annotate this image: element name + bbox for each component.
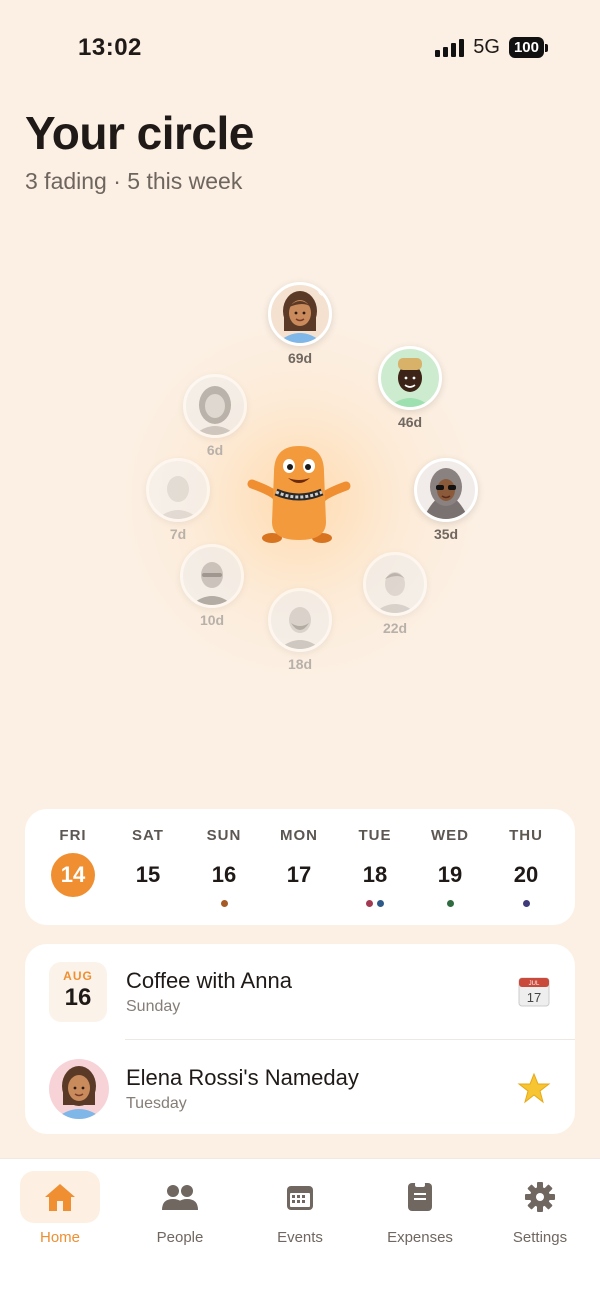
- friend-avatar-2[interactable]: 46d: [365, 346, 455, 430]
- friend-avatar-4[interactable]: 22d: [350, 552, 440, 636]
- event-dot: [446, 900, 454, 907]
- network-label: 5G: [473, 36, 500, 58]
- event-dots: [194, 900, 254, 907]
- calendar-icon-month: JUL: [529, 981, 540, 987]
- avatar: [146, 458, 210, 522]
- day-name: THU: [509, 827, 543, 844]
- event-subtitle: Sunday: [126, 998, 181, 1015]
- day-number: 14: [51, 853, 95, 897]
- event-month: AUG: [63, 969, 93, 983]
- tab-events[interactable]: Events: [250, 1171, 350, 1246]
- avatar: [363, 552, 427, 616]
- upcoming-events: AUG 16 Coffee with Anna Sunday JUL 17 El…: [25, 944, 575, 1134]
- friend-avatar-3[interactable]: 35d: [401, 458, 491, 542]
- event-dot: [366, 900, 373, 907]
- gear-icon: [500, 1171, 580, 1223]
- tab-label: Events: [277, 1229, 323, 1246]
- event-title: Coffee with Anna: [126, 968, 292, 993]
- divider: [125, 1039, 575, 1040]
- avatar: [414, 458, 478, 522]
- tab-label: Expenses: [387, 1229, 453, 1246]
- event-dot: [220, 900, 228, 907]
- week-strip: FRI 14 SAT 15 SUN 16 MON 17 TUE 18 WED 1…: [25, 809, 575, 925]
- day-number: 15: [135, 862, 161, 887]
- event-row-nameday[interactable]: Elena Rossi's Nameday Tuesday: [25, 1041, 575, 1136]
- calendar-icon: JUL 17: [517, 974, 551, 1008]
- tab-label: Home: [39, 1229, 80, 1246]
- event-dots: [496, 900, 556, 907]
- avatar: [49, 1059, 109, 1119]
- battery-level: 100: [508, 37, 544, 58]
- tab-label: Settings: [512, 1229, 568, 1246]
- avatar: [180, 544, 244, 608]
- event-dot: [522, 900, 530, 907]
- event-dots: [345, 900, 405, 907]
- avatar: [268, 588, 332, 652]
- day-name: MON: [280, 827, 318, 844]
- page-title: Your circle: [25, 107, 254, 159]
- receipt-icon: [380, 1171, 460, 1223]
- day-name: SUN: [206, 827, 242, 844]
- signal-icon: [435, 38, 465, 57]
- avatar: [378, 346, 442, 410]
- event-day: 16: [64, 984, 92, 1011]
- day-name: TUE: [358, 827, 392, 844]
- tab-settings[interactable]: Settings: [490, 1171, 590, 1246]
- event-dots: [420, 900, 480, 907]
- avatar: [183, 374, 247, 438]
- status-bar: 13:02 5G 100: [0, 0, 600, 96]
- event-subtitle: Tuesday: [126, 1095, 187, 1112]
- friend-days: 22d: [382, 620, 408, 636]
- friend-days: 69d: [287, 350, 313, 366]
- day-number: 16: [211, 862, 237, 887]
- friend-days: 35d: [433, 526, 459, 542]
- tab-bar: Home People Events Expenses Settings: [0, 1158, 600, 1304]
- battery-icon: 100: [508, 37, 548, 58]
- fading-badge: [196, 461, 207, 472]
- friend-days: 7d: [169, 526, 187, 542]
- event-row-coffee[interactable]: AUG 16 Coffee with Anna Sunday JUL 17: [25, 944, 575, 1039]
- mascot-image[interactable]: [234, 444, 364, 544]
- day-number: 19: [437, 862, 463, 887]
- friend-avatar-1[interactable]: 69d: [255, 282, 345, 366]
- star-icon: [517, 1071, 551, 1105]
- tab-people[interactable]: People: [130, 1171, 230, 1246]
- status-time: 13:02: [78, 34, 142, 61]
- status-indicators: 5G 100: [435, 36, 548, 59]
- friend-days: 10d: [199, 612, 225, 628]
- friend-avatar-7[interactable]: 7d: [133, 458, 223, 542]
- page-subtitle: 3 fading · 5 this week: [25, 168, 243, 194]
- tab-label: People: [156, 1229, 204, 1246]
- friend-days: 46d: [397, 414, 423, 430]
- fading-badge: [318, 285, 329, 296]
- event-date-chip: AUG 16: [49, 962, 107, 1022]
- day-name: WED: [431, 827, 469, 844]
- day-name: SAT: [132, 827, 164, 844]
- friend-avatar-6[interactable]: 10d: [167, 544, 257, 628]
- calendar-icon: [260, 1171, 340, 1223]
- friend-circle: 69d 46d 35d 22d 18d 10d 7d 6d: [0, 230, 600, 730]
- event-dot: [377, 900, 384, 907]
- home-icon: [20, 1171, 100, 1223]
- tab-expenses[interactable]: Expenses: [370, 1171, 470, 1246]
- day-number: 20: [513, 862, 539, 887]
- people-icon: [140, 1171, 220, 1223]
- friend-avatar-5[interactable]: 18d: [255, 588, 345, 672]
- event-title: Elena Rossi's Nameday: [126, 1065, 359, 1090]
- avatar: [268, 282, 332, 346]
- friend-days: 18d: [287, 656, 313, 672]
- tab-home[interactable]: Home: [10, 1171, 110, 1246]
- calendar-icon-day: 17: [527, 990, 541, 1005]
- day-number: 17: [286, 862, 312, 887]
- day-name: FRI: [59, 827, 87, 844]
- day-number: 18: [362, 862, 388, 887]
